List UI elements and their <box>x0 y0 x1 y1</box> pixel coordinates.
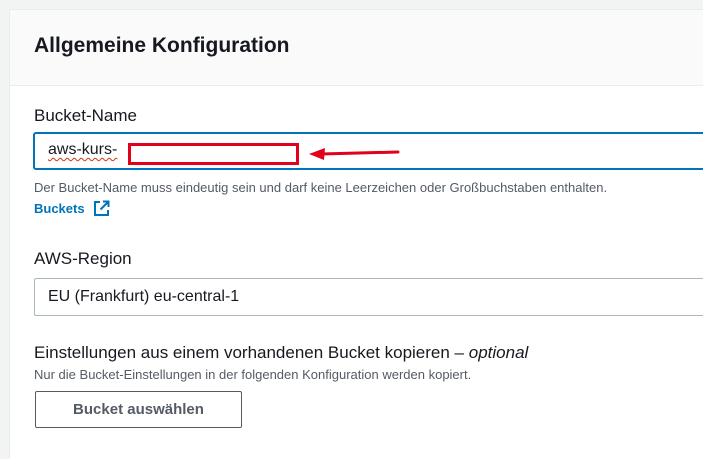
buckets-link-label: Buckets <box>34 201 85 216</box>
redaction-box <box>128 143 299 165</box>
region-selected-value: EU (Frankfurt) eu-central-1 <box>48 288 240 305</box>
copy-settings-hint: Nur die Bucket-Einstellungen in der folg… <box>34 367 472 382</box>
arrow-left-icon <box>309 148 400 160</box>
panel-header: Allgemeine Konfiguration <box>10 10 703 86</box>
external-link-icon <box>93 200 110 216</box>
general-configuration-panel: Allgemeine Konfiguration Bucket-Name aws… <box>9 9 703 459</box>
optional-tag: optional <box>468 343 529 362</box>
bucket-name-value: aws-kurs- <box>48 141 117 159</box>
bucket-name-label: Bucket-Name <box>34 106 137 125</box>
region-select[interactable]: EU (Frankfurt) eu-central-1 <box>34 278 703 316</box>
choose-bucket-button[interactable]: Bucket auswählen <box>35 391 242 428</box>
buckets-link[interactable]: Buckets <box>34 200 110 217</box>
panel-title: Allgemeine Konfiguration <box>34 34 290 57</box>
bucket-name-value-text: aws-kurs- <box>48 141 118 158</box>
copy-settings-label-text: Einstellungen aus einem vorhandenen Buck… <box>34 343 465 362</box>
copy-settings-label: Einstellungen aus einem vorhandenen Buck… <box>34 343 528 363</box>
region-label: AWS-Region <box>34 249 132 268</box>
bucket-name-hint: Der Bucket-Name muss eindeutig sein und … <box>34 180 608 195</box>
